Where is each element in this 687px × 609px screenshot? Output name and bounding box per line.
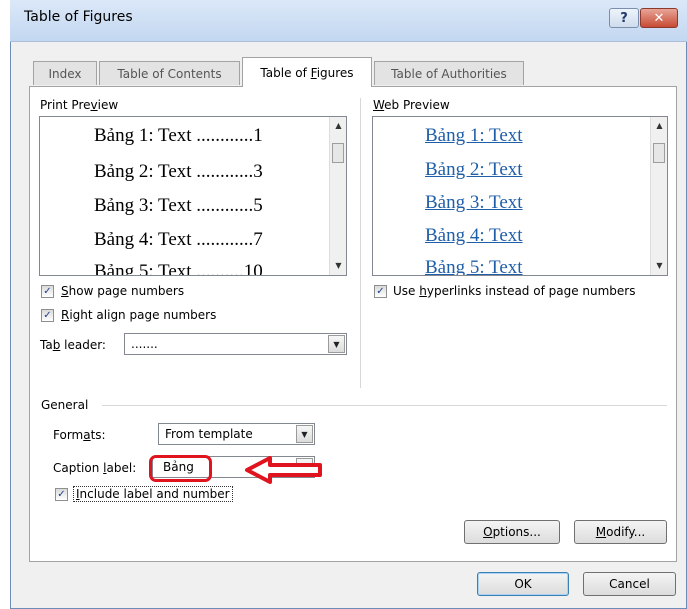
print-preview-box[interactable]: Bảng 1: Text ............1 Bảng 2: Text … — [39, 116, 347, 276]
formats-label: Formats: — [53, 428, 106, 442]
options-button[interactable]: Options... — [464, 520, 560, 544]
general-divider — [102, 405, 667, 406]
show-page-numbers-label: Show page numbers — [61, 284, 185, 298]
chevron-down-icon[interactable]: ▼ — [296, 425, 313, 443]
tab-table-of-figures-label: Table of Figures — [260, 65, 354, 80]
print-preview-line: Bảng 3: Text ............5 — [94, 195, 263, 216]
scroll-thumb[interactable] — [653, 143, 665, 163]
tab-table-of-authorities[interactable]: Table of Authorities — [374, 61, 524, 85]
web-preview-link[interactable]: Bảng 5: Text — [425, 257, 523, 275]
chevron-down-icon[interactable]: ▼ — [328, 335, 345, 353]
print-preview-line: Bảng 4: Text ............7 — [94, 229, 263, 250]
web-preview-scrollbar[interactable]: ▲ ▼ — [650, 117, 667, 275]
help-button[interactable]: ? — [609, 8, 639, 28]
right-align-label: Right align page numbers — [61, 308, 217, 322]
web-preview-label: Web Preview — [373, 98, 450, 112]
tab-index[interactable]: Index — [33, 61, 97, 85]
scroll-up-arrow-icon[interactable]: ▲ — [330, 117, 346, 134]
tab-leader-select[interactable]: ....... ▼ — [124, 333, 347, 355]
annotation-arrow-icon — [245, 456, 322, 484]
annotation-highlight-box — [149, 455, 212, 482]
formats-value: From template — [165, 427, 253, 441]
print-preview-scrollbar[interactable]: ▲ ▼ — [329, 117, 346, 275]
web-preview-link[interactable]: Bảng 3: Text — [425, 192, 523, 214]
formats-select[interactable]: From template ▼ — [158, 423, 315, 445]
column-divider — [360, 98, 361, 388]
include-label-text: Include label and number — [73, 486, 233, 502]
scroll-down-arrow-icon[interactable]: ▼ — [330, 257, 346, 274]
tab-leader-value: ....... — [131, 337, 158, 351]
print-preview-line: Bảng 5: Text ..........10 — [94, 261, 263, 276]
print-preview-line: Bảng 2: Text ............3 — [94, 161, 263, 182]
scroll-up-arrow-icon[interactable]: ▲ — [651, 117, 667, 134]
tab-leader-label: Tab leader: — [40, 338, 106, 352]
close-button[interactable]: ✕ — [640, 8, 678, 28]
scroll-thumb[interactable] — [332, 143, 344, 163]
web-preview-link[interactable]: Bảng 2: Text — [425, 159, 523, 181]
tab-table-of-contents[interactable]: Table of Contents — [99, 61, 240, 85]
caption-label: Caption label: — [53, 461, 137, 475]
web-preview-link[interactable]: Bảng 4: Text — [425, 225, 523, 247]
modify-button[interactable]: Modify... — [574, 520, 667, 544]
use-hyperlinks-label: Use hyperlinks instead of page numbers — [393, 284, 636, 298]
right-align-checkbox[interactable]: ✓ — [41, 309, 54, 322]
scroll-down-arrow-icon[interactable]: ▼ — [651, 257, 667, 274]
web-preview-link[interactable]: Bảng 1: Text — [425, 125, 523, 147]
general-label: General — [41, 398, 89, 412]
window-title: Table of Figures — [24, 9, 133, 25]
ok-button[interactable]: OK — [477, 572, 569, 596]
use-hyperlinks-checkbox[interactable]: ✓ — [374, 285, 387, 298]
tab-table-of-figures[interactable]: Table of Figures — [242, 57, 372, 87]
show-page-numbers-checkbox[interactable]: ✓ — [41, 285, 54, 298]
print-preview-label: Print Preview — [40, 98, 119, 112]
cancel-button[interactable]: Cancel — [583, 572, 676, 596]
include-label-checkbox[interactable]: ✓ — [55, 488, 68, 501]
print-preview-line: Bảng 1: Text ............1 — [94, 125, 263, 146]
web-preview-box[interactable]: Bảng 1: Text Bảng 2: Text Bảng 3: Text B… — [372, 116, 668, 276]
